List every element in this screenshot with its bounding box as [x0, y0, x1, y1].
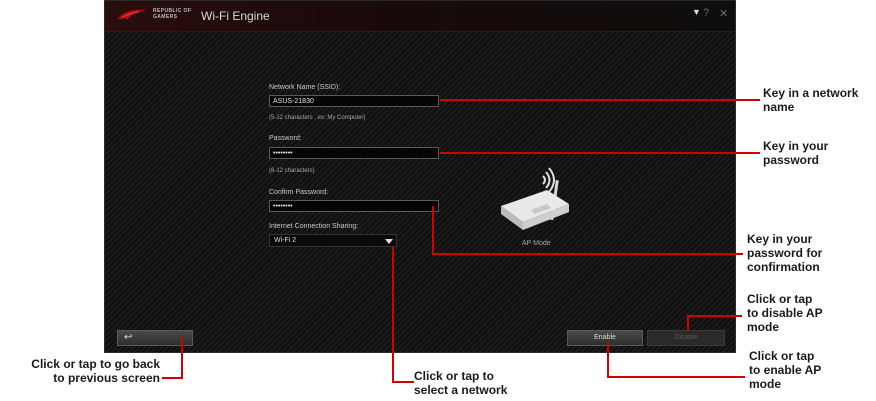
callout-back: Click or tap to go back to previous scre…	[31, 357, 160, 385]
callout-password: Key in your password	[763, 139, 829, 167]
callout-network-name: Key in a network name	[763, 86, 859, 114]
callout-lines	[162, 99, 760, 383]
callout-disable: Click or tap to disable AP mode	[747, 292, 823, 334]
callout-select-network: Click or tap to select a network	[414, 369, 508, 397]
callout-confirm-password: Key in your password for confirmation	[747, 232, 823, 274]
callout-enable: Click or tap to enable AP mode	[749, 349, 822, 391]
